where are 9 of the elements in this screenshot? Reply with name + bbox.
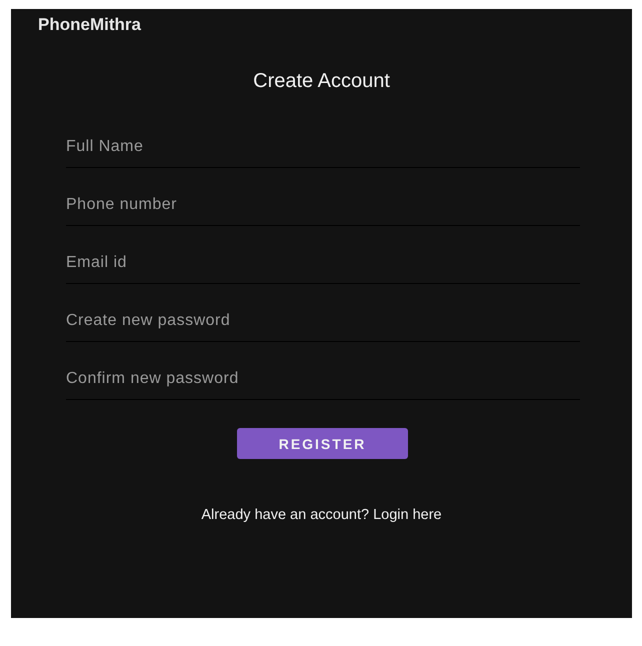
page-heading: Create Account	[253, 70, 390, 93]
input-field[interactable]: Full Name	[66, 122, 580, 168]
app-title: PhoneMithra	[38, 15, 141, 35]
input-field[interactable]: Email id	[66, 238, 580, 284]
login-link[interactable]: Already have an account? Login here	[201, 507, 442, 523]
input-field[interactable]: Create new password	[66, 296, 580, 342]
input-field[interactable]: Phone number	[66, 180, 580, 226]
input-field[interactable]: Confirm new password	[66, 354, 580, 400]
register-button[interactable]: REGISTER	[237, 428, 408, 459]
